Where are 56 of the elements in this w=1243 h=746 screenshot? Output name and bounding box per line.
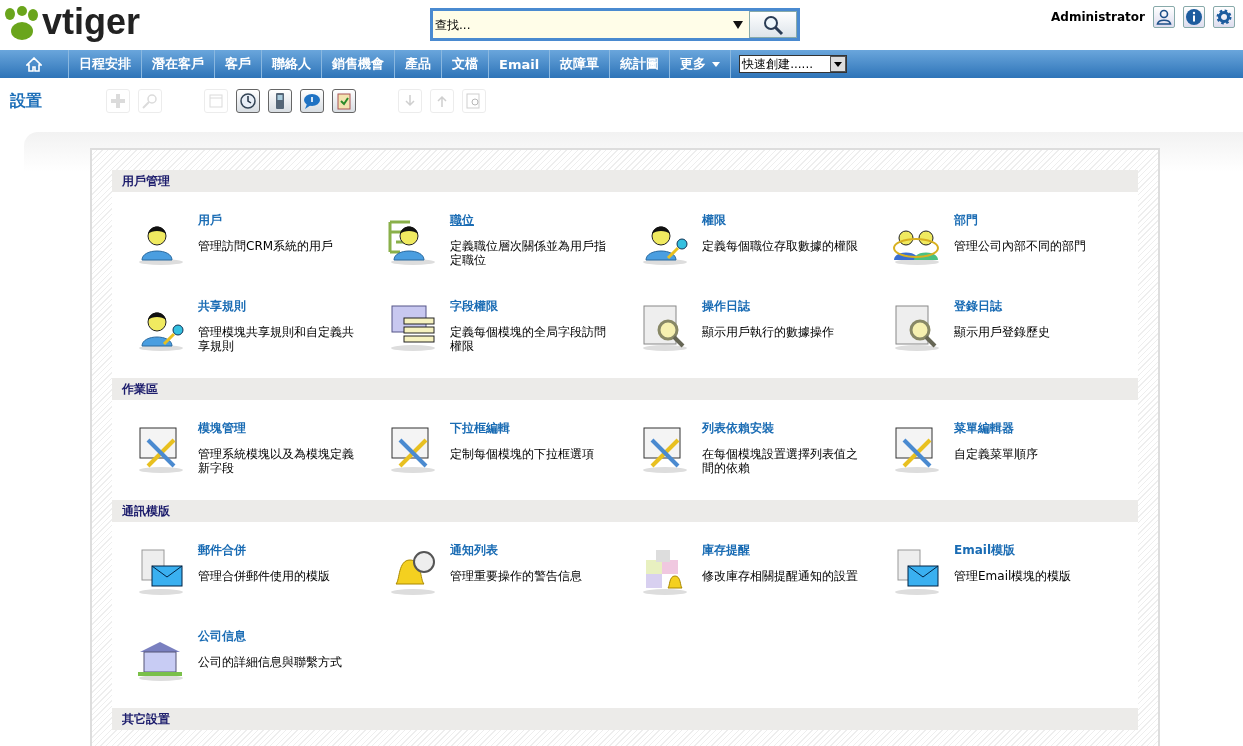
section-header: 其它設置 [112, 708, 1138, 730]
nav-tab[interactable]: 潛在客戶 [142, 50, 215, 78]
settings-link[interactable]: 公司信息 [198, 628, 246, 645]
settings-description: 管理重要操作的警告信息 [450, 569, 583, 583]
quick-create-dropdown[interactable]: 快速創建...... [739, 55, 848, 73]
page-title: 設置 [10, 90, 43, 112]
settings-link[interactable]: 職位 [450, 212, 474, 229]
settings-description: 管理Email模塊的模版 [954, 569, 1073, 583]
nav-tab[interactable]: Email [489, 50, 551, 78]
settings-link[interactable]: 菜單編輯器 [954, 420, 1014, 437]
section-header: 用戶管理 [112, 170, 1138, 192]
section-header: 作業區 [112, 378, 1138, 400]
nav-tab[interactable]: 聯絡人 [262, 50, 322, 78]
quick-create-value: 快速創建...... [742, 55, 813, 73]
settings-link[interactable]: 下拉框編輯 [450, 420, 510, 437]
nav-tab[interactable]: 文檔 [442, 50, 489, 78]
settings-description: 顯示用戶執行的數據操作 [702, 325, 835, 339]
settings-link[interactable]: 登錄日誌 [954, 298, 1002, 315]
settings-link[interactable]: Email模版 [954, 542, 1016, 559]
settings-description: 管理公司內部不同的部門 [954, 239, 1087, 253]
nav-tab[interactable]: 故障單 [550, 50, 611, 78]
settings-description: 定義每個職位存取數據的權限 [702, 239, 859, 253]
settings-description: 管理系統模塊以及為模塊定義新字段 [198, 447, 355, 475]
nav-tab[interactable]: 統計圖 [610, 50, 671, 78]
nav-tab[interactable]: 更多 [670, 50, 732, 78]
settings-link[interactable]: 權限 [702, 212, 726, 229]
logo-text: vtiger [42, 2, 141, 42]
settings-link[interactable]: 通知列表 [450, 542, 498, 559]
search-input[interactable]: 查找... [433, 16, 727, 33]
settings-link[interactable]: 庫存提醒 [702, 542, 750, 559]
settings-description: 公司的詳細信息與聯繫方式 [198, 655, 343, 669]
section-header: 通訊模版 [112, 500, 1138, 522]
settings-link[interactable]: 用戶 [198, 212, 222, 229]
settings-description: 修改庫存相關提醒通知的設置 [702, 569, 859, 583]
nav-tab[interactable]: 銷售機會 [322, 50, 395, 78]
settings-description: 管理訪問CRM系統的用戶 [198, 239, 335, 253]
settings-link[interactable]: 共享規則 [198, 298, 246, 315]
settings-link[interactable]: 郵件合併 [198, 542, 246, 559]
settings-description: 自定義菜單順序 [954, 447, 1039, 461]
nav-tab[interactable]: 客戶 [215, 50, 262, 78]
user-name[interactable]: Administrator [1051, 10, 1145, 24]
nav-tab[interactable]: 日程安排 [69, 50, 142, 78]
settings-link[interactable]: 字段權限 [450, 298, 498, 315]
settings-description: 管理合併郵件使用的模版 [198, 569, 331, 583]
settings-link[interactable]: 列表依賴安裝 [702, 420, 774, 437]
settings-link[interactable]: 部門 [954, 212, 978, 229]
settings-description: 定制每個模塊的下拉框選項 [450, 447, 595, 461]
settings-link[interactable]: 模塊管理 [198, 420, 246, 437]
settings-description: 定義每個模塊的全局字段訪問權限 [450, 325, 607, 353]
settings-description: 管理模塊共享規則和自定義共享規則 [198, 325, 355, 353]
settings-description: 在每個模塊設置選擇列表值之間的依賴 [702, 447, 859, 475]
settings-description: 定義職位層次關係並為用戶指定職位 [450, 239, 607, 267]
settings-description: 顯示用戶登錄歷史 [954, 325, 1051, 339]
nav-tab[interactable]: 產品 [395, 50, 442, 78]
search-field[interactable]: 查找... [430, 8, 800, 41]
settings-link[interactable]: 操作日誌 [702, 298, 750, 315]
